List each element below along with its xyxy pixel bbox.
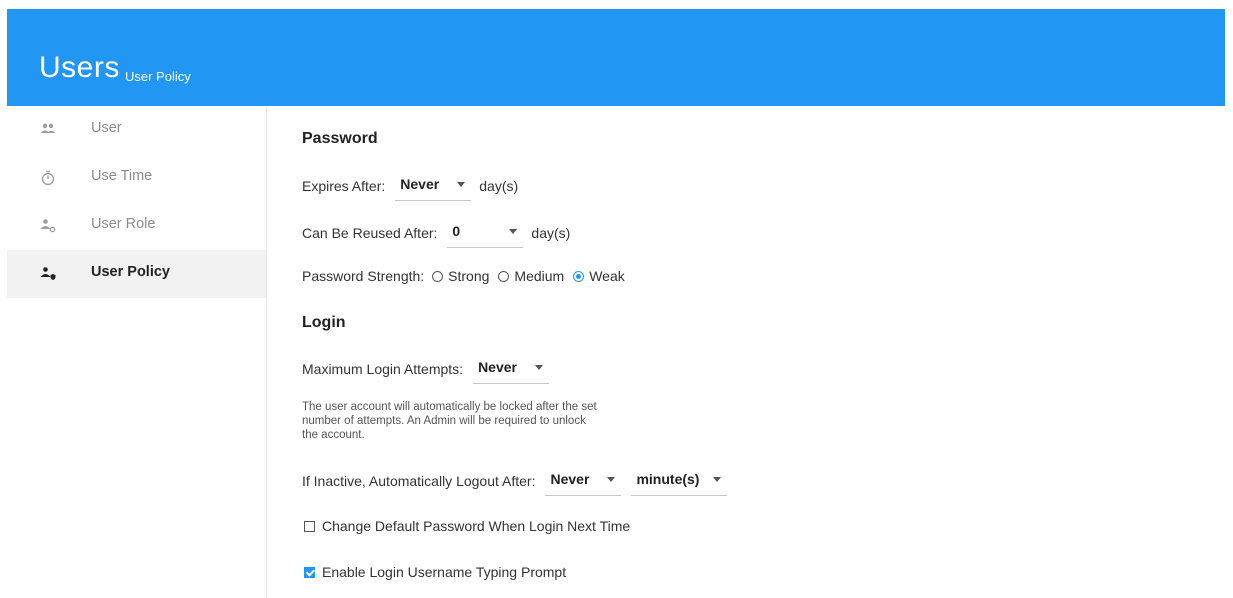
password-strength-options: Strong Medium Weak: [432, 268, 634, 284]
page-title: Users: [39, 51, 120, 84]
inactive-logout-select[interactable]: Never: [545, 465, 622, 496]
inactive-logout-label: If Inactive, Automatically Logout After:: [302, 472, 536, 489]
reuse-after-unit: day(s): [531, 224, 571, 241]
expires-after-select[interactable]: Never: [395, 170, 472, 201]
max-login-attempts-label: Maximum Login Attempts:: [302, 360, 464, 377]
sidebar: User Use Time User Role User Policy: [7, 106, 266, 598]
chevron-down-icon: [607, 477, 616, 482]
radio-circle-icon: [498, 270, 510, 282]
change-default-password-checkbox[interactable]: Change Default Password When Login Next …: [304, 518, 630, 534]
sidebar-item-label: User Role: [91, 216, 156, 232]
max-attempts-help-text: The user account will automatically be l…: [302, 401, 597, 441]
radio-label: Medium: [514, 268, 565, 284]
max-login-attempts-row: Maximum Login Attempts: Never: [302, 353, 550, 384]
password-strength-label: Password Strength:: [302, 268, 425, 284]
expires-after-unit: day(s): [479, 177, 519, 194]
expires-after-row: Expires After: Never day(s): [302, 170, 518, 201]
user-gear-icon: [38, 216, 58, 236]
password-strength-row: Password Strength: Strong Medium Weak: [302, 268, 634, 284]
password-section-title: Password: [302, 130, 378, 147]
login-section-title: Login: [302, 314, 346, 331]
chevron-down-icon: [509, 229, 518, 234]
expires-after-label: Expires After:: [302, 177, 386, 194]
chevron-down-icon: [457, 182, 466, 187]
strength-strong-radio[interactable]: Strong: [432, 268, 489, 284]
chevron-down-icon: [535, 365, 544, 370]
sidebar-item-user[interactable]: User: [7, 106, 266, 154]
sidebar-item-user-policy[interactable]: User Policy: [7, 250, 266, 298]
radio-label: Strong: [448, 268, 490, 284]
checkbox-label: Change Default Password When Login Next …: [322, 518, 631, 534]
inactive-logout-unit-select[interactable]: minute(s): [631, 465, 728, 496]
stopwatch-icon: [38, 168, 58, 188]
users-icon: [38, 120, 58, 140]
sidebar-item-user-role[interactable]: User Role: [7, 202, 266, 250]
sidebar-item-label: User Policy: [91, 264, 170, 280]
radio-label: Weak: [589, 268, 625, 284]
username-prompt-checkbox[interactable]: Enable Login Username Typing Prompt: [304, 564, 566, 580]
reuse-after-value: 0: [452, 223, 461, 239]
reuse-after-row: Can Be Reused After: 0 day(s): [302, 217, 570, 248]
user-shield-icon: [38, 264, 58, 284]
strength-weak-radio[interactable]: Weak: [573, 268, 625, 284]
sidebar-item-label: Use Time: [91, 168, 153, 184]
policy-content: Password Expires After: Never day(s) Can…: [267, 106, 1225, 598]
reuse-after-select[interactable]: 0: [447, 217, 524, 248]
reuse-after-label: Can Be Reused After:: [302, 224, 438, 241]
checkbox-unchecked-icon: [304, 520, 315, 532]
checkbox-label: Enable Login Username Typing Prompt: [322, 564, 567, 580]
page-header: Users User Policy: [7, 9, 1225, 106]
max-login-attempts-value: Never: [478, 359, 517, 375]
max-login-attempts-select[interactable]: Never: [473, 353, 550, 384]
inactive-logout-row: If Inactive, Automatically Logout After:…: [302, 465, 728, 496]
sidebar-item-label: User: [91, 120, 122, 136]
strength-medium-radio[interactable]: Medium: [498, 268, 564, 284]
chevron-down-icon: [713, 477, 722, 482]
radio-selected-icon: [573, 270, 585, 282]
radio-circle-icon: [432, 270, 444, 282]
checkbox-checked-icon: [304, 566, 315, 578]
expires-after-value: Never: [400, 176, 440, 192]
page-subtitle: User Policy: [125, 69, 191, 84]
inactive-logout-unit-value: minute(s): [636, 471, 700, 487]
inactive-logout-value: Never: [550, 471, 590, 487]
sidebar-item-use-time[interactable]: Use Time: [7, 154, 266, 202]
